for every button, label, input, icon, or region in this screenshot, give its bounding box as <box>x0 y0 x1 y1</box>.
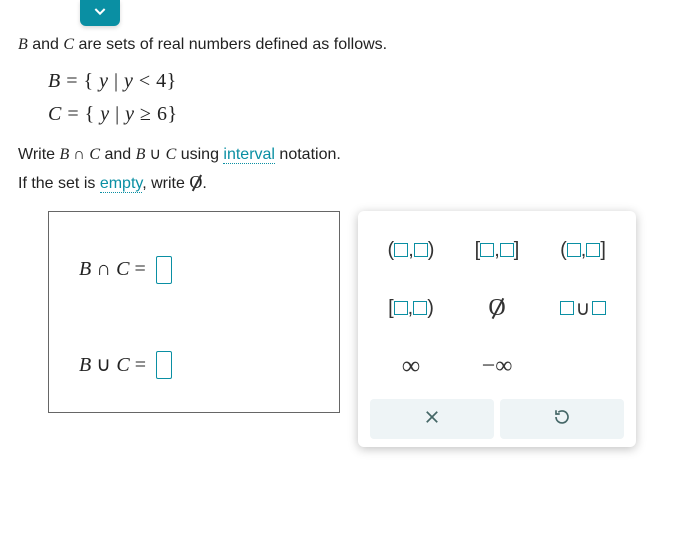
interval-link[interactable]: interval <box>223 146 275 164</box>
definition-b: B = { y | y < 4} <box>48 70 679 93</box>
union-input[interactable] <box>156 351 172 379</box>
palette-closed-closed[interactable]: [,] <box>456 223 538 277</box>
definition-c: C = { y | y ≥ 6} <box>48 103 679 126</box>
palette-reset-button[interactable] <box>500 399 624 439</box>
palette-open-closed[interactable]: (,] <box>542 223 624 277</box>
problem-statement: B and C are sets of real numbers defined… <box>18 36 679 193</box>
empty-link[interactable]: empty <box>100 175 142 193</box>
palette-union[interactable]: ∪ <box>542 281 624 335</box>
palette-clear-button[interactable] <box>370 399 494 439</box>
palette-open-open[interactable]: (,) <box>370 223 452 277</box>
palette-empty-set[interactable]: O <box>456 281 538 335</box>
palette-neg-infinity[interactable]: −∞ <box>456 339 538 393</box>
reset-icon <box>553 408 571 431</box>
intro-line: B and C are sets of real numbers defined… <box>18 36 679 54</box>
chevron-down-icon <box>92 3 108 24</box>
union-row: B ∪ C = <box>49 351 339 379</box>
collapse-button[interactable] <box>80 0 120 26</box>
palette-closed-open[interactable]: [,) <box>370 281 452 335</box>
intersection-input[interactable] <box>156 256 172 284</box>
instruction-line-2: If the set is empty, write O. <box>18 172 679 193</box>
intersection-label: B ∩ C = <box>79 258 146 281</box>
answer-box: B ∩ C = B ∪ C = <box>48 211 340 413</box>
palette-infinity[interactable]: ∞ <box>370 339 452 393</box>
intersection-row: B ∩ C = <box>49 256 339 284</box>
x-icon <box>423 408 441 431</box>
instruction-line-1: Write B ∩ C and B ∪ C using interval not… <box>18 144 679 164</box>
union-label: B ∪ C = <box>79 352 146 377</box>
symbol-palette: (,) [,] (,] [,) O ∪ ∞ −∞ <box>358 211 636 447</box>
